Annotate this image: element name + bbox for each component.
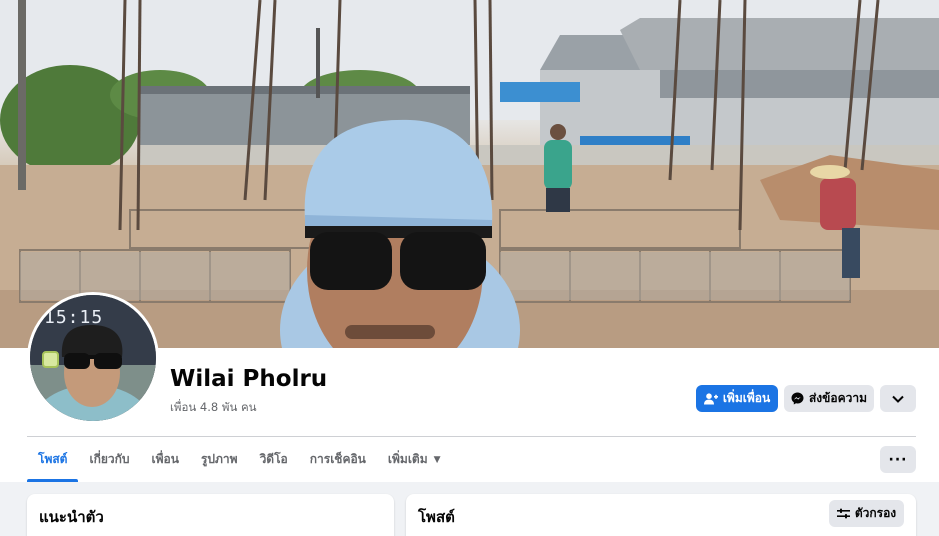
posts-title: โพสต์ — [418, 508, 455, 526]
messenger-icon — [791, 392, 804, 405]
tab-checkins[interactable]: การเช็คอิน — [299, 437, 377, 482]
filter-button[interactable]: ตัวกรอง — [829, 500, 904, 527]
caret-down-icon: ▼ — [433, 454, 441, 465]
avatar-badge-icon — [42, 351, 59, 368]
add-friend-label: เพิ่มเพื่อน — [722, 391, 771, 405]
cover-photo[interactable] — [0, 0, 939, 348]
add-friend-button[interactable]: เพิ่มเพื่อน — [696, 385, 778, 412]
tab-friends[interactable]: เพื่อน — [141, 437, 190, 482]
filter-label: ตัวกรอง — [854, 506, 897, 520]
filter-icon — [836, 508, 850, 519]
profile-tabs: โพสต์ เกี่ยวกับ เพื่อน รูปภาพ วิดีโอ การ… — [27, 437, 452, 482]
tab-videos[interactable]: วิดีโอ — [249, 437, 299, 482]
more-options-button[interactable]: ··· — [880, 446, 916, 473]
intro-title: แนะนำตัว — [39, 508, 104, 526]
more-dots-icon: ··· — [888, 451, 908, 468]
message-label: ส่งข้อความ — [808, 391, 867, 405]
intro-card: แนะนำตัว — [27, 494, 394, 536]
tab-posts[interactable]: โพสต์ — [27, 437, 79, 482]
friend-count[interactable]: เพื่อน 4.8 พัน คน — [170, 399, 257, 417]
tab-more[interactable]: เพิ่มเติม ▼ — [377, 437, 452, 482]
profile-avatar[interactable]: 15:15 — [27, 292, 159, 424]
tab-photos[interactable]: รูปภาพ — [190, 437, 249, 482]
avatar-image: 15:15 — [30, 295, 156, 421]
more-actions-button[interactable] — [880, 385, 916, 412]
posts-card: โพสต์ ตัวกรอง — [406, 494, 916, 536]
profile-name: Wilai Pholru — [170, 366, 328, 392]
message-button[interactable]: ส่งข้อความ — [784, 385, 874, 412]
add-friend-icon — [703, 392, 718, 405]
avatar-clock-text: 15:15 — [44, 307, 104, 328]
chevron-down-icon — [892, 392, 904, 406]
tab-about[interactable]: เกี่ยวกับ — [78, 437, 140, 482]
